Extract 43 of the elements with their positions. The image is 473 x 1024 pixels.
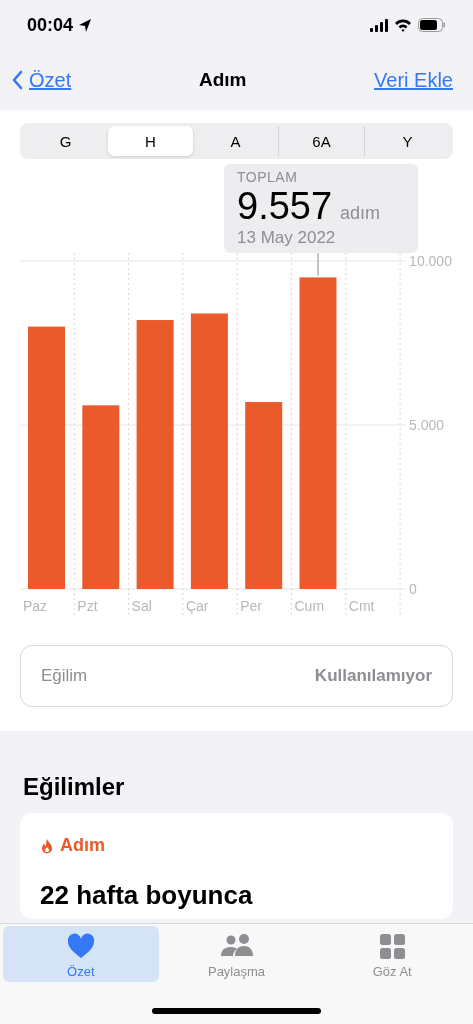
bar[interactable]: [299, 277, 337, 589]
bar[interactable]: [245, 402, 283, 589]
axis-label: 0: [409, 581, 417, 597]
axis-label: Paz: [23, 598, 48, 614]
bar[interactable]: [82, 405, 120, 589]
segment-tab[interactable]: A: [193, 126, 278, 156]
trend-value: Kullanılamıyor: [314, 666, 432, 686]
axis-label: Pzt: [77, 598, 98, 614]
add-data-link[interactable]: Veri Ekle: [374, 68, 453, 92]
status-time: 00:04: [27, 14, 74, 36]
axis-label: 5.000: [409, 417, 445, 433]
trend-card[interactable]: Adım 22 hafta boyunca: [20, 813, 453, 919]
segment-tab[interactable]: H: [108, 126, 193, 156]
axis-label: Cum: [294, 598, 325, 614]
chevron-left-icon: [12, 70, 23, 90]
axis-label: Per: [240, 598, 262, 614]
wifi-icon: [394, 18, 412, 32]
screen-title: Adım: [198, 69, 247, 91]
signal-icon: [370, 18, 388, 32]
segment-tab[interactable]: G: [23, 126, 108, 156]
unit-label: adım: [340, 203, 381, 224]
flame-icon: [40, 837, 54, 854]
axis-label: 10.000: [409, 253, 452, 269]
segment-tab[interactable]: Y: [364, 126, 450, 156]
grid-icon: [377, 932, 408, 960]
date-label: 13 May 2022: [237, 228, 337, 248]
trend-headline: 22 hafta boyunca: [40, 880, 254, 911]
segment-tab[interactable]: 6A: [278, 126, 364, 156]
bar[interactable]: [190, 313, 228, 589]
heart-icon: [65, 932, 96, 960]
category-label: Adım: [60, 835, 105, 856]
leader-line: [317, 253, 319, 277]
back-button[interactable]: Özet: [12, 68, 72, 92]
section-heading: Eğilimler: [23, 773, 126, 801]
axis-label: Sal: [131, 598, 152, 614]
trend-label: Eğilim: [41, 666, 88, 686]
battery-icon: [418, 18, 445, 32]
total-value: 9.557: [237, 185, 333, 228]
location-icon: [77, 17, 94, 33]
tooltip-label: TOPLAM: [237, 169, 299, 185]
bar[interactable]: [136, 320, 174, 589]
axis-label: Çar: [185, 598, 209, 614]
axis-label: Cmt: [348, 598, 375, 614]
